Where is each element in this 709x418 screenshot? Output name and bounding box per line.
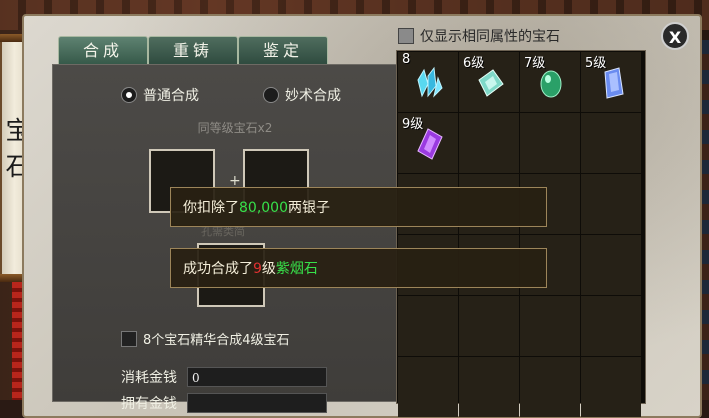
close-button[interactable]: X xyxy=(661,22,689,50)
empty-gem-slot[interactable] xyxy=(398,357,458,417)
filter-label: 仅显示相同属性的宝石 xyxy=(420,29,560,45)
cost-value: 0 xyxy=(187,367,327,387)
checkbox-icon xyxy=(121,330,137,347)
checkbox-icon xyxy=(398,28,414,44)
cost-row: 消耗金钱 0 xyxy=(121,367,327,387)
gem-level-label: 9级 xyxy=(402,117,424,132)
tab-identify[interactable]: 鉴定 xyxy=(238,36,328,65)
tab-synthesize[interactable]: 合成 xyxy=(58,36,148,65)
gem-level-label: 7级 xyxy=(524,56,546,71)
teal-prism-icon xyxy=(478,69,504,97)
same-level-hint: 同等级宝石x2 xyxy=(197,121,273,135)
money-deducted-message: 你扣除了80,000两银子 xyxy=(170,187,547,227)
empty-gem-slot[interactable] xyxy=(581,296,641,356)
owned-money-label: 拥有金钱 xyxy=(121,396,177,412)
radio-normal-synthesis[interactable]: 普通合成 xyxy=(121,85,199,105)
radio-special-synthesis[interactable]: 妙术合成 xyxy=(263,85,341,105)
essence-option[interactable]: 8个宝石精华合成4级宝石 xyxy=(121,329,290,348)
blue-crystal-icon xyxy=(604,67,624,99)
radio-normal-label: 普通合成 xyxy=(143,88,199,104)
success-level-suffix: 级 xyxy=(261,261,276,277)
empty-gem-slot[interactable] xyxy=(581,174,641,234)
gem-level-label: 5级 xyxy=(585,56,607,71)
essence-option-label: 8个宝石精华合成4级宝石 xyxy=(143,333,290,348)
same-attribute-filter[interactable]: 仅显示相同属性的宝石 xyxy=(398,26,560,46)
gem-slot-blue-crystal[interactable]: 5级 xyxy=(581,52,641,112)
empty-gem-slot[interactable] xyxy=(520,296,580,356)
synthesis-panel: ? 普通合成 妙术合成 同等级宝石x2 + 孔需类简 8个宝石精华合成4级宝石 … xyxy=(52,64,418,413)
radio-on-icon xyxy=(121,87,137,103)
gem-level-label: 8 xyxy=(402,52,411,67)
empty-gem-slot[interactable] xyxy=(520,113,580,173)
empty-gem-slot[interactable] xyxy=(581,235,641,295)
purple-crystal-icon xyxy=(417,128,443,160)
synthesis-success-message: 成功合成了9级紫烟石 xyxy=(170,248,547,288)
cost-label: 消耗金钱 xyxy=(121,370,177,386)
empty-gem-slot[interactable] xyxy=(581,357,641,417)
empty-gem-slot[interactable] xyxy=(398,296,458,356)
cyan-crystal-icon xyxy=(417,66,443,98)
radio-off-icon xyxy=(263,87,279,103)
success-level: 9 xyxy=(253,261,262,277)
gem-slot-teal-prism[interactable]: 6级 xyxy=(459,52,519,112)
radio-special-label: 妙术合成 xyxy=(285,88,341,104)
red-tassel xyxy=(12,282,22,400)
gem-inventory-grid: 8 6级 7级 5级 9级 xyxy=(396,50,646,417)
money-amount: 80,000 xyxy=(239,200,288,216)
owned-money-value xyxy=(187,393,327,413)
gem-slot-green-egg[interactable]: 7级 xyxy=(520,52,580,112)
gem-slot-cyan-crystal[interactable]: 8 xyxy=(398,52,458,112)
money-prefix: 你扣除了 xyxy=(183,200,239,216)
tab-recast[interactable]: 重铸 xyxy=(148,36,238,65)
gem-slot-purple-crystal[interactable]: 9级 xyxy=(398,113,458,173)
gem-level-label: 6级 xyxy=(463,56,485,71)
success-prefix: 成功合成了 xyxy=(183,261,253,277)
success-item: 紫烟石 xyxy=(275,261,318,277)
money-suffix: 两银子 xyxy=(288,200,330,216)
owned-money-row: 拥有金钱 xyxy=(121,393,327,413)
empty-gem-slot[interactable] xyxy=(459,296,519,356)
empty-gem-slot[interactable] xyxy=(459,357,519,417)
empty-gem-slot[interactable] xyxy=(581,113,641,173)
green-egg-icon xyxy=(540,70,562,98)
empty-gem-slot[interactable] xyxy=(459,113,519,173)
empty-gem-slot[interactable] xyxy=(520,357,580,417)
